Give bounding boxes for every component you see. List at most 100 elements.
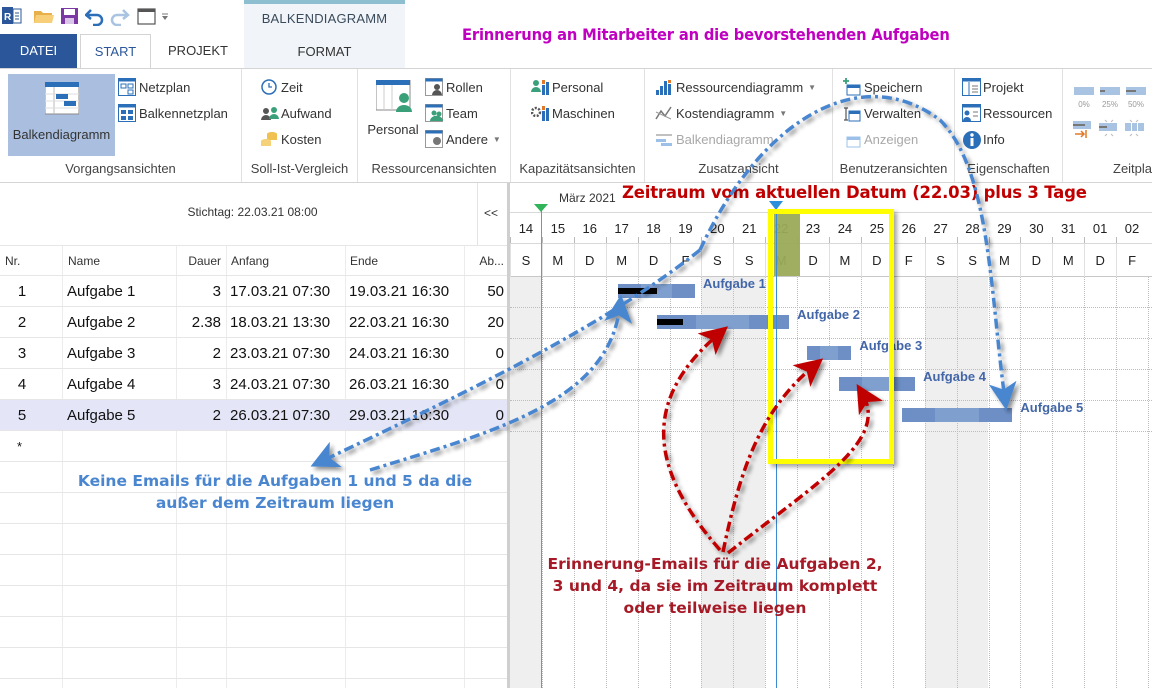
cell-name[interactable]: Aufgabe 3 xyxy=(67,338,135,369)
cell-anfang[interactable]: 17.03.21 07:30 xyxy=(230,276,330,307)
tab-format[interactable]: FORMAT xyxy=(244,44,405,59)
progress-25-button[interactable]: 25% xyxy=(1099,85,1121,109)
team-button[interactable]: Team xyxy=(425,102,478,124)
verwalten-button[interactable]: Verwalten xyxy=(843,102,921,124)
weekday-label: M xyxy=(552,253,564,268)
col-header-anfang[interactable]: Anfang xyxy=(231,246,269,277)
progress-0-button[interactable]: 0% xyxy=(1073,85,1095,109)
empty-row[interactable] xyxy=(0,648,507,679)
task-bar[interactable] xyxy=(902,408,1013,422)
cell-name[interactable]: Aufgabe 2 xyxy=(67,307,135,338)
cell-dauer[interactable]: 2.38 xyxy=(176,307,221,338)
cell-ende[interactable]: 26.03.21 16:30 xyxy=(349,369,449,400)
col-header-name[interactable]: Name xyxy=(68,246,100,277)
cell-nr[interactable]: 1 xyxy=(0,276,44,307)
cell-name[interactable]: Aufgabe 5 xyxy=(67,400,135,431)
table-row[interactable]: 2 Aufgabe 2 2.38 18.03.21 13:30 22.03.21 16:… xyxy=(0,307,507,338)
col-header-ende[interactable]: Ende xyxy=(350,246,378,277)
cell-dauer[interactable]: 2 xyxy=(176,400,221,431)
balkendiagramm-button[interactable]: Balkendiagramm xyxy=(8,74,115,156)
cell-name[interactable]: Aufgabe 1 xyxy=(67,276,135,307)
cell-ab[interactable]: 0 xyxy=(464,400,504,431)
maschinen-button[interactable]: Maschinen xyxy=(530,102,615,124)
col-header-nr[interactable]: Nr. xyxy=(5,246,20,277)
cell-anfang[interactable]: 23.03.21 07:30 xyxy=(230,338,330,369)
zusatz-balkendiagramm-button[interactable]: Balkendiagramm xyxy=(655,128,774,150)
kostendiagramm-dropdown[interactable]: Kostendiagramm ▼ xyxy=(655,102,787,124)
rollen-button[interactable]: Rollen xyxy=(425,76,483,98)
info-button[interactable]: Info xyxy=(962,128,1005,150)
table-header-row: Nr. Name Dauer Anfang Ende Ab... xyxy=(0,245,507,276)
cell-ab[interactable]: 0 xyxy=(464,369,504,400)
new-row-marker: * xyxy=(17,439,23,454)
cell-anfang[interactable]: 26.03.21 07:30 xyxy=(230,400,330,431)
empty-row[interactable] xyxy=(0,617,507,648)
table-row[interactable]: 4 Aufgabe 4 3 24.03.21 07:30 26.03.21 16:30 0 xyxy=(0,369,507,400)
cell-nr[interactable]: 3 xyxy=(0,338,44,369)
andere-dropdown[interactable]: Andere ▼ xyxy=(425,128,501,150)
cell-dauer[interactable]: 2 xyxy=(176,338,221,369)
kapazitaet-personal-button[interactable]: Personal xyxy=(531,76,603,98)
personal-view-button[interactable]: Personal xyxy=(366,76,420,146)
cell-ende[interactable]: 22.03.21 16:30 xyxy=(349,307,449,338)
ressourcendiagramm-dropdown[interactable]: Ressourcendiagramm ▼ xyxy=(655,76,816,98)
status-date-marker-icon[interactable] xyxy=(534,204,548,212)
task-bar[interactable] xyxy=(618,284,695,298)
new-task-row[interactable]: * xyxy=(0,431,507,462)
weekday-label: F xyxy=(681,253,690,268)
link-tasks-button[interactable] xyxy=(1125,119,1145,142)
cell-anfang[interactable]: 24.03.21 07:30 xyxy=(230,369,330,400)
cell-ab[interactable]: 20 xyxy=(464,307,504,338)
anzeigen-button[interactable]: Anzeigen xyxy=(843,128,918,150)
window-icon[interactable] xyxy=(137,6,157,26)
cell-nr[interactable]: 5 xyxy=(0,400,44,431)
ressourcen-properties-button[interactable]: Ressourcen xyxy=(962,102,1052,124)
group-vorgangsansichten: Balkendiagramm Netzplan Balkennetzplan V… xyxy=(0,69,242,182)
col-header-dauer[interactable]: Dauer xyxy=(176,246,221,277)
annotation-headline: Erinnerung an Mitarbeiter an die bevorst… xyxy=(462,25,950,44)
task-bar-label: Aufgabe 5 xyxy=(1020,400,1084,415)
tab-start[interactable]: START xyxy=(80,34,151,69)
balkennetzplan-button[interactable]: Balkennetzplan xyxy=(118,102,228,124)
tab-projekt[interactable]: PROJEKT xyxy=(158,34,238,68)
cell-ende[interactable]: 24.03.21 16:30 xyxy=(349,338,449,369)
collapse-table-button[interactable]: << xyxy=(484,206,498,220)
group-label: Zusatzansicht xyxy=(698,161,779,176)
chevron-down-icon: ▼ xyxy=(779,108,788,118)
personal-view-label: Personal xyxy=(367,122,419,137)
speichern-button[interactable]: Speichern xyxy=(843,76,923,98)
empty-row[interactable] xyxy=(0,555,507,586)
zeit-button[interactable]: Zeit xyxy=(260,76,303,98)
empty-row[interactable] xyxy=(0,524,507,555)
customize-dropdown-icon[interactable] xyxy=(160,6,170,26)
cell-dauer[interactable]: 3 xyxy=(176,276,221,307)
split-task-button[interactable] xyxy=(1099,119,1119,142)
save-icon[interactable] xyxy=(60,6,80,26)
cell-dauer[interactable]: 3 xyxy=(176,369,221,400)
table-row[interactable]: 5 Aufgabe 5 2 26.03.21 07:30 29.03.21 16:30 0 xyxy=(0,400,507,431)
kosten-button[interactable]: Kosten xyxy=(260,128,321,150)
table-row[interactable]: 3 Aufgabe 3 2 23.03.21 07:30 24.03.21 16:30 0 xyxy=(0,338,507,369)
undo-icon[interactable] xyxy=(84,6,105,27)
netzplan-button[interactable]: Netzplan xyxy=(118,76,190,98)
weekday-divider xyxy=(510,244,511,277)
col-header-ab[interactable]: Ab... xyxy=(464,246,504,277)
cell-name[interactable]: Aufgabe 4 xyxy=(67,369,135,400)
progress-50-button[interactable]: 50% xyxy=(1125,85,1147,109)
empty-row[interactable] xyxy=(0,586,507,617)
cell-anfang[interactable]: 18.03.21 13:30 xyxy=(230,307,330,338)
cell-ab[interactable]: 50 xyxy=(464,276,504,307)
tab-datei[interactable]: DATEI xyxy=(0,34,77,68)
cell-nr[interactable]: 2 xyxy=(0,307,44,338)
cell-ende[interactable]: 19.03.21 16:30 xyxy=(349,276,449,307)
aufwand-button[interactable]: Aufwand xyxy=(260,102,332,124)
cell-ende[interactable]: 29.03.21 16:30 xyxy=(349,400,449,431)
table-row[interactable]: 1 Aufgabe 1 3 17.03.21 07:30 19.03.21 16:30 5… xyxy=(0,276,507,307)
cell-ab[interactable]: 0 xyxy=(464,338,504,369)
move-to-status-date-button[interactable] xyxy=(1073,119,1093,142)
redo-icon[interactable] xyxy=(110,6,130,27)
app-icon[interactable]: R xyxy=(2,6,22,26)
cell-nr[interactable]: 4 xyxy=(0,369,44,400)
open-folder-icon[interactable] xyxy=(33,6,54,26)
projekt-properties-button[interactable]: Projekt xyxy=(962,76,1023,98)
